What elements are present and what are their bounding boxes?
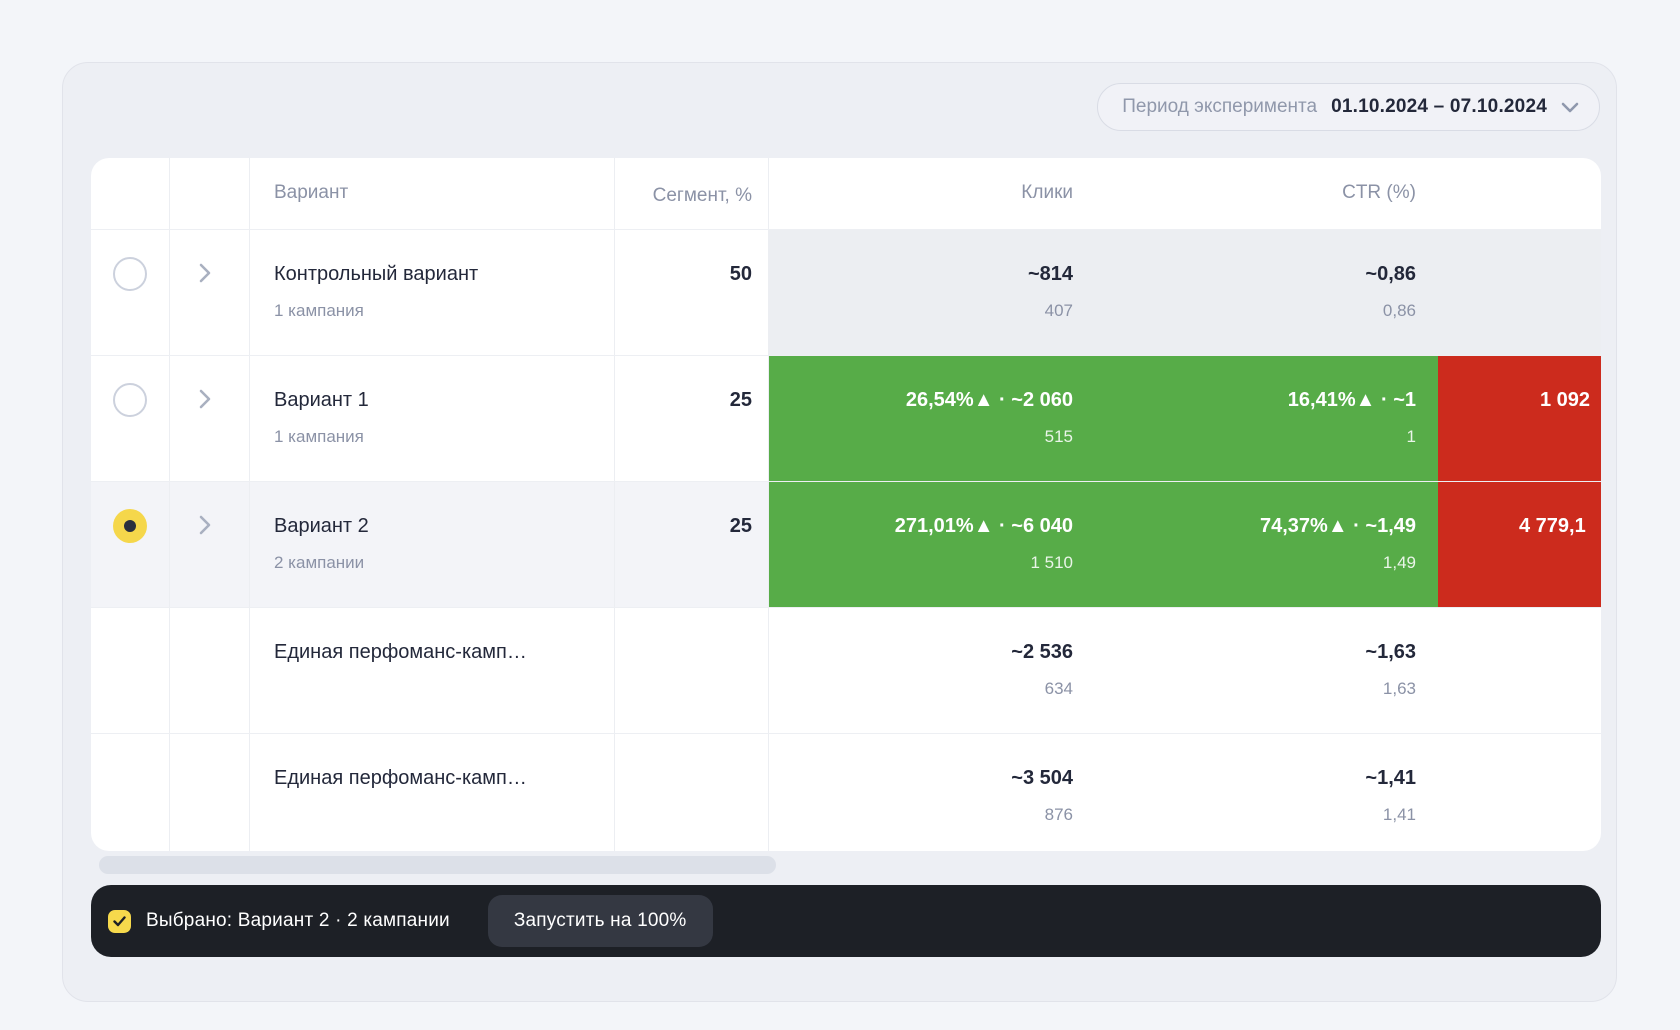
radio-cell [91,482,170,607]
campaign-name: Единая перфоманс-камп… [274,764,594,792]
ctr-actual: 0,86 [1095,300,1416,322]
table-row-control: Контрольный вариант 1 кампания 50 ~814 4… [91,229,1601,355]
chevron-right-icon[interactable] [198,514,212,536]
ctr-forecast: ~1,41 [1095,764,1416,792]
variant-cell: Вариант 1 1 кампания [250,356,615,481]
radio-unselected[interactable] [113,383,147,417]
ctr-actual: 1,49 [1095,552,1416,574]
ctr-cell: ~0,86 0,86 [1095,230,1438,355]
selected-checkbox[interactable] [108,910,131,933]
table-row-campaign-2: Единая перфоманс-камп… ~3 504 876 ~1,41 … [91,733,1601,851]
header-extra [1438,158,1601,229]
experiment-results-card: Результаты эксперимента Период экспериме… [62,62,1617,1002]
segment-cell [615,608,769,733]
ctr-forecast: ~0,86 [1095,260,1416,288]
ctr-cell-positive: 74,37%▲ · ~1,49 1,49 [1095,482,1438,607]
table-header-row: Вариант Сегмент, % Клики CTR (%) [91,158,1601,229]
segment-cell: 25 [615,482,769,607]
run-at-100-button[interactable]: Запустить на 100% [488,895,713,947]
extra-metric-cell [1438,734,1601,851]
segment-cell: 25 [615,356,769,481]
header-expand-spacer [170,158,250,229]
extra-metric-cell-negative: 1 092 [1438,356,1601,481]
horizontal-scrollbar-thumb[interactable] [99,856,776,874]
clicks-cell: ~814 407 [769,230,1095,355]
campaign-name: Единая перфоманс-камп… [274,638,594,666]
header-ctr: CTR (%) [1095,158,1438,229]
table-row-campaign-1: Единая перфоманс-камп… ~2 536 634 ~1,63 … [91,607,1601,733]
variant-subtitle: 1 кампания [274,426,594,448]
clicks-actual: 876 [769,804,1073,826]
table-row-variant-2: Вариант 2 2 кампании 25 271,01%▲ · ~6 04… [91,481,1601,607]
clicks-cell: ~3 504 876 [769,734,1095,851]
clicks-forecast: ~3 504 [769,764,1073,792]
variant-cell: Контрольный вариант 1 кампания [250,230,615,355]
variant-cell: Вариант 2 2 кампании [250,482,615,607]
clicks-actual: 634 [769,678,1073,700]
clicks-actual: 515 [769,426,1073,448]
radio-cell [91,356,170,481]
radio-selected[interactable] [113,509,147,543]
variant-name: Вариант 1 [274,386,594,414]
ctr-cell: ~1,63 1,63 [1095,608,1438,733]
header-segment: Сегмент, % [615,158,769,229]
header-variant: Вариант [250,158,615,229]
radio-cell-empty [91,734,170,851]
variant-name: Контрольный вариант [274,260,594,288]
clicks-forecast: ~2 536 [769,638,1073,666]
radio-unselected[interactable] [113,257,147,291]
clicks-cell-positive: 26,54%▲ · ~2 060 515 [769,356,1095,481]
period-value: 01.10.2024 – 07.10.2024 [1331,96,1547,118]
radio-cell [91,230,170,355]
period-selector[interactable]: Период эксперимента 01.10.2024 – 07.10.2… [1097,83,1600,131]
results-table: Вариант Сегмент, % Клики CTR (%) Контрол… [91,158,1601,851]
segment-cell: 50 [615,230,769,355]
radio-cell-empty [91,608,170,733]
chevron-down-icon [1561,102,1579,113]
ctr-delta-forecast: 16,41%▲ · ~1 [1095,386,1416,414]
ctr-forecast: ~1,63 [1095,638,1416,666]
selection-action-bar: Выбрано: Вариант 2 · 2 кампании Запустит… [91,885,1601,957]
expand-cell [170,482,250,607]
chevron-right-icon[interactable] [198,388,212,410]
extra-metric-cell [1438,230,1601,355]
selection-summary: Выбрано: Вариант 2 · 2 кампании [146,910,450,932]
variant-name: Вариант 2 [274,512,594,540]
check-icon [113,916,126,927]
table-row-variant-1: Вариант 1 1 кампания 25 26,54%▲ · ~2 060… [91,355,1601,481]
chevron-right-icon[interactable] [198,262,212,284]
extra-metric-cell [1438,608,1601,733]
campaign-cell: Единая перфоманс-камп… [250,734,615,851]
ctr-actual: 1,63 [1095,678,1416,700]
period-label: Период эксперимента [1122,96,1317,118]
header-clicks: Клики [769,158,1095,229]
ctr-cell: ~1,41 1,41 [1095,734,1438,851]
expand-cell-empty [170,734,250,851]
extra-metric-cell-negative: 4 779,1 [1438,482,1601,607]
campaign-cell: Единая перфоманс-камп… [250,608,615,733]
expand-cell [170,356,250,481]
ctr-actual: 1 [1095,426,1416,448]
ctr-actual: 1,41 [1095,804,1416,826]
clicks-actual: 1 510 [769,552,1073,574]
clicks-forecast: ~814 [769,260,1073,288]
variant-subtitle: 1 кампания [274,300,594,322]
clicks-actual: 407 [769,300,1073,322]
ctr-delta-forecast: 74,37%▲ · ~1,49 [1095,512,1416,540]
clicks-delta-forecast: 26,54%▲ · ~2 060 [769,386,1073,414]
ctr-cell-positive: 16,41%▲ · ~1 1 [1095,356,1438,481]
clicks-cell-positive: 271,01%▲ · ~6 040 1 510 [769,482,1095,607]
clicks-cell: ~2 536 634 [769,608,1095,733]
header-radio-spacer [91,158,170,229]
expand-cell-empty [170,608,250,733]
clicks-delta-forecast: 271,01%▲ · ~6 040 [769,512,1073,540]
variant-subtitle: 2 кампании [274,552,594,574]
segment-cell [615,734,769,851]
expand-cell [170,230,250,355]
